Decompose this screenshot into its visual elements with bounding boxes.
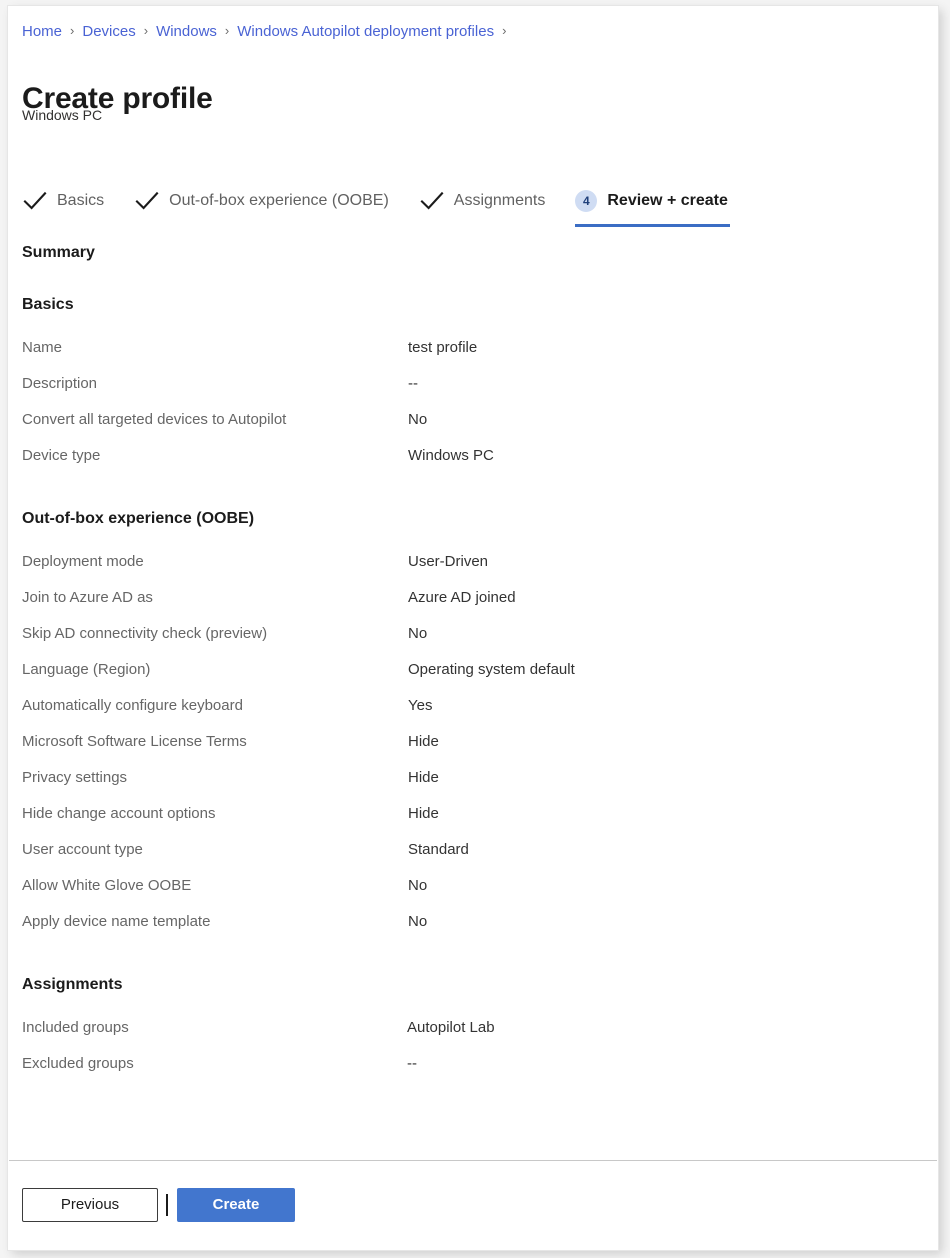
breadcrumb-link-devices[interactable]: Devices xyxy=(82,22,135,42)
summary-rows: Nametest profileDescription--Convert all… xyxy=(8,330,938,474)
summary-row-label: Skip AD connectivity check (preview) xyxy=(22,624,408,644)
summary-row-label: Excluded groups xyxy=(22,1054,407,1074)
summary-row-value: Hide xyxy=(408,732,439,752)
summary-row-label: Privacy settings xyxy=(22,768,408,788)
section-spacer xyxy=(8,940,938,974)
breadcrumb-link-windows[interactable]: Windows xyxy=(156,22,217,42)
summary-row: Hide change account optionsHide xyxy=(8,796,938,832)
summary-row-label: Device type xyxy=(22,446,408,466)
breadcrumb-separator-icon: › xyxy=(502,21,506,41)
section-spacer xyxy=(8,264,938,294)
check-icon xyxy=(22,190,48,212)
create-profile-blade: Home › Devices › Windows › Windows Autopilot d… xyxy=(8,6,938,1250)
summary-row-label: Included groups xyxy=(22,1018,407,1038)
summary-row-value: Autopilot Lab xyxy=(407,1018,495,1038)
summary-row-label: Join to Azure AD as xyxy=(22,588,408,608)
check-icon xyxy=(419,190,445,212)
breadcrumb-link-home[interactable]: Home xyxy=(22,22,62,42)
tab-assignments[interactable]: Assignments xyxy=(419,184,546,218)
breadcrumb-link-windows-autopilot-deployment-profiles[interactable]: Windows Autopilot deployment profiles xyxy=(237,22,494,42)
breadcrumb: Home › Devices › Windows › Windows Autopilot d… xyxy=(22,22,514,42)
breadcrumb-separator-icon: › xyxy=(144,21,148,41)
summary-row: Excluded groups-- xyxy=(8,1046,938,1082)
summary-row-label: Microsoft Software License Terms xyxy=(22,732,408,752)
summary-row-label: Convert all targeted devices to Autopilo… xyxy=(22,410,408,430)
summary-row-label: User account type xyxy=(22,840,408,860)
summary-row: Deployment modeUser-Driven xyxy=(8,544,938,580)
previous-button[interactable]: Previous xyxy=(22,1188,158,1222)
blade-content: Home › Devices › Windows › Windows Autopilot d… xyxy=(8,6,938,1250)
summary-row: Included groupsAutopilot Lab xyxy=(8,1010,938,1046)
section-spacer xyxy=(8,474,938,508)
tab-review-create[interactable]: 4 Review + create xyxy=(575,184,728,218)
summary-row: Device typeWindows PC xyxy=(8,438,938,474)
active-tab-underline xyxy=(575,224,730,227)
summary-row-label: Description xyxy=(22,374,408,394)
summary-row-value: Hide xyxy=(408,804,439,824)
summary-row-value: test profile xyxy=(408,338,477,358)
create-button[interactable]: Create xyxy=(177,1188,295,1222)
summary-row: User account typeStandard xyxy=(8,832,938,868)
section-heading-out-of-box-experience-oobe: Out-of-box experience (OOBE) xyxy=(22,508,938,530)
summary-row-label: Allow White Glove OOBE xyxy=(22,876,408,896)
tab-label: Review + create xyxy=(607,190,728,212)
summary-row-value: No xyxy=(408,912,427,932)
summary-row-value: User-Driven xyxy=(408,552,488,572)
summary-row: Privacy settingsHide xyxy=(8,760,938,796)
tab-label: Out-of-box experience (OOBE) xyxy=(169,190,389,212)
summary-row-label: Name xyxy=(22,338,408,358)
summary-row-value: Yes xyxy=(408,696,432,716)
section-heading-basics: Basics xyxy=(22,294,938,316)
summary-row: Nametest profile xyxy=(8,330,938,366)
summary-row-value: Windows PC xyxy=(408,446,494,466)
summary-row-value: Azure AD joined xyxy=(408,588,516,608)
breadcrumb-separator-icon: › xyxy=(225,21,229,41)
text-cursor xyxy=(166,1194,168,1216)
summary-row: Join to Azure AD asAzure AD joined xyxy=(8,580,938,616)
summary-row-label: Automatically configure keyboard xyxy=(22,696,408,716)
summary-row-value: -- xyxy=(408,374,418,394)
summary-row: Allow White Glove OOBENo xyxy=(8,868,938,904)
check-icon xyxy=(134,190,160,212)
summary-row-value: No xyxy=(408,624,427,644)
summary-row-value: Hide xyxy=(408,768,439,788)
tab-basics[interactable]: Basics xyxy=(22,184,104,218)
tab-label: Assignments xyxy=(454,190,546,212)
summary-rows: Included groupsAutopilot LabExcluded gro… xyxy=(8,1010,938,1082)
summary-row-value: No xyxy=(408,410,427,430)
summary-row-value: Standard xyxy=(408,840,469,860)
page-subtitle: Windows PC xyxy=(22,105,102,125)
summary-row-value: -- xyxy=(407,1054,417,1074)
tab-step-badge: 4 xyxy=(575,190,597,212)
summary-row-value: Operating system default xyxy=(408,660,575,680)
summary-row: Skip AD connectivity check (preview)No xyxy=(8,616,938,652)
summary-row: Automatically configure keyboardYes xyxy=(8,688,938,724)
screen: Home › Devices › Windows › Windows Autopilot d… xyxy=(0,0,950,1258)
breadcrumb-separator-icon: › xyxy=(70,21,74,41)
summary-row-label: Deployment mode xyxy=(22,552,408,572)
summary-row: Language (Region)Operating system defaul… xyxy=(8,652,938,688)
tab-label: Basics xyxy=(57,190,104,212)
summary-row: Convert all targeted devices to Autopilo… xyxy=(8,402,938,438)
summary-body: SummaryBasicsNametest profileDescription… xyxy=(8,242,938,1082)
summary-rows: Deployment modeUser-DrivenJoin to Azure … xyxy=(8,544,938,940)
summary-row: Apply device name templateNo xyxy=(8,904,938,940)
wizard-footer: Previous Create xyxy=(8,1161,938,1249)
summary-row-label: Hide change account options xyxy=(22,804,408,824)
summary-heading: Summary xyxy=(22,242,938,264)
summary-row-label: Apply device name template xyxy=(22,912,408,932)
summary-row: Microsoft Software License TermsHide xyxy=(8,724,938,760)
summary-row: Description-- xyxy=(8,366,938,402)
section-heading-assignments: Assignments xyxy=(22,974,938,996)
wizard-tabs: Basics Out-of-box experience (OOBE) Assign… xyxy=(22,184,924,230)
summary-row-value: No xyxy=(408,876,427,896)
summary-row-label: Language (Region) xyxy=(22,660,408,680)
tab-out-of-box-experience-oobe[interactable]: Out-of-box experience (OOBE) xyxy=(134,184,389,218)
